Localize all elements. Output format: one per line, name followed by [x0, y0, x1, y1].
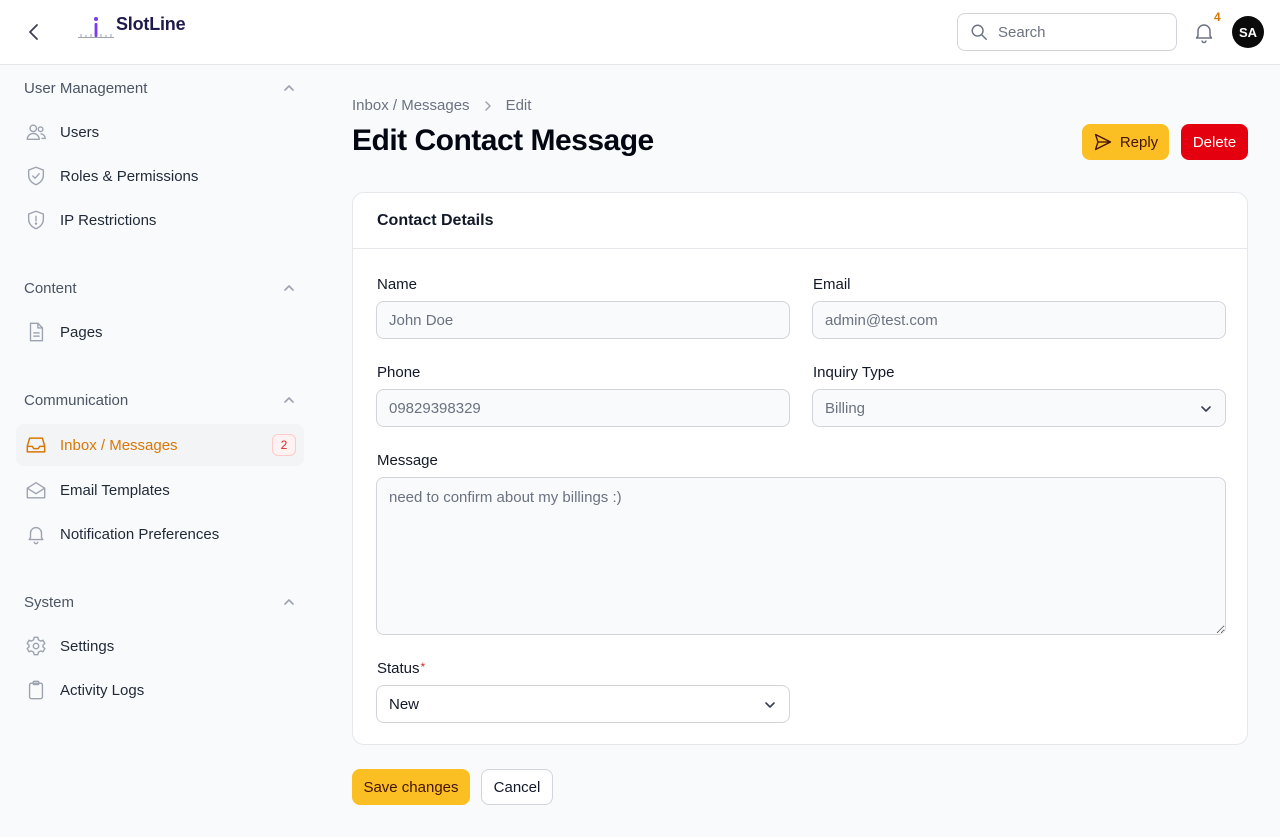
- sidebar-item-label: Notification Preferences: [60, 525, 220, 543]
- sidebar-item-email-templates[interactable]: Email Templates: [16, 469, 304, 511]
- breadcrumb: Inbox / Messages Edit: [352, 97, 531, 114]
- save-changes-button[interactable]: Save changes: [352, 769, 470, 805]
- document-icon: [24, 320, 48, 344]
- sidebar-item-label: Email Templates: [60, 481, 170, 499]
- inquiry-type-value: Billing: [825, 399, 866, 417]
- sidebar-item-label: Users: [60, 123, 100, 141]
- cancel-button[interactable]: Cancel: [481, 769, 553, 805]
- search-input[interactable]: [998, 23, 1168, 41]
- sidebar-group-communication[interactable]: Communication: [24, 388, 296, 412]
- sidebar: User Management Users Roles & Permission…: [0, 65, 320, 837]
- sidebar-group-title: User Management: [24, 79, 148, 97]
- sidebar-item-label: Activity Logs: [60, 681, 145, 699]
- sidebar-item-label: Inbox / Messages: [60, 436, 178, 454]
- search-box[interactable]: [957, 13, 1177, 51]
- sidebar-group-user-management[interactable]: User Management: [24, 76, 296, 100]
- sidebar-group-title: Content: [24, 279, 77, 297]
- chevron-down-icon: [1201, 406, 1211, 412]
- status-label: Status*: [377, 660, 425, 677]
- shield-check-icon: [24, 164, 48, 188]
- delete-button[interactable]: Delete: [1181, 124, 1248, 160]
- sidebar-group-content[interactable]: Content: [24, 276, 296, 300]
- search-icon: [971, 24, 987, 40]
- users-icon: [24, 120, 48, 144]
- back-button[interactable]: [22, 20, 46, 44]
- bell-icon: [24, 522, 48, 546]
- email-field[interactable]: admin@test.com: [812, 301, 1226, 339]
- reply-button-label: Reply: [1119, 133, 1159, 151]
- sidebar-group-title: Communication: [24, 391, 129, 409]
- reply-button[interactable]: Reply: [1082, 124, 1169, 160]
- phone-label: Phone: [377, 364, 421, 381]
- sidebar-item-roles-permissions[interactable]: Roles & Permissions: [16, 155, 304, 197]
- envelope-open-icon: [24, 478, 48, 502]
- sidebar-item-users[interactable]: Users: [16, 111, 304, 153]
- top-bar: SlotLine 4 SA: [0, 0, 1280, 65]
- notification-count-badge: 4: [1214, 10, 1221, 24]
- sidebar-item-activity-logs[interactable]: Activity Logs: [16, 669, 304, 711]
- breadcrumb-current: Edit: [505, 97, 532, 114]
- chevron-left-icon: [29, 24, 38, 40]
- email-label: Email: [813, 276, 851, 293]
- sidebar-item-pages[interactable]: Pages: [16, 311, 304, 353]
- avatar[interactable]: SA: [1232, 16, 1264, 48]
- name-field[interactable]: John Doe: [376, 301, 790, 339]
- app-logo[interactable]: SlotLine: [78, 14, 186, 40]
- shield-exclamation-icon: [24, 208, 48, 232]
- status-value: New: [389, 695, 420, 713]
- inbox-icon: [24, 433, 48, 457]
- gear-icon: [24, 634, 48, 658]
- chevron-up-icon: [284, 85, 294, 91]
- sidebar-item-settings[interactable]: Settings: [16, 625, 304, 667]
- unread-count-badge: 2: [272, 434, 296, 456]
- inquiry-type-label: Inquiry Type: [813, 364, 895, 381]
- inquiry-type-select[interactable]: Billing: [812, 389, 1226, 427]
- chevron-down-icon: [765, 702, 775, 708]
- chevron-up-icon: [284, 599, 294, 605]
- notifications-button[interactable]: [1192, 20, 1216, 44]
- logo-mark-icon: [78, 17, 114, 38]
- status-select[interactable]: New: [376, 685, 790, 723]
- contact-details-card: Contact Details Name John Doe Email admi…: [352, 192, 1248, 745]
- app-name: SlotLine: [116, 14, 186, 34]
- status-label-text: Status: [377, 660, 420, 677]
- message-textarea[interactable]: need to confirm about my billings :): [376, 477, 1226, 635]
- page-title: Edit Contact Message: [352, 124, 654, 157]
- phone-field[interactable]: 09829398329: [376, 389, 790, 427]
- sidebar-item-label: Roles & Permissions: [60, 167, 199, 185]
- message-label: Message: [377, 452, 438, 469]
- required-asterisk: *: [420, 660, 426, 674]
- name-label: Name: [377, 276, 418, 293]
- sidebar-item-label: Settings: [60, 637, 115, 655]
- bell-icon: [1195, 24, 1213, 44]
- paper-plane-icon: [1094, 133, 1111, 151]
- section-title: Contact Details: [353, 193, 1247, 249]
- clipboard-icon: [24, 678, 48, 702]
- sidebar-item-inbox-messages[interactable]: Inbox / Messages 2: [16, 424, 304, 466]
- sidebar-item-label: IP Restrictions: [60, 211, 157, 229]
- sidebar-item-notification-preferences[interactable]: Notification Preferences: [16, 513, 304, 555]
- breadcrumb-parent-link[interactable]: Inbox / Messages: [352, 97, 470, 114]
- chevron-up-icon: [284, 397, 294, 403]
- sidebar-item-label: Pages: [60, 323, 103, 341]
- sidebar-group-title: System: [24, 593, 75, 611]
- chevron-up-icon: [284, 285, 294, 291]
- sidebar-group-system[interactable]: System: [24, 590, 296, 614]
- sidebar-item-ip-restrictions[interactable]: IP Restrictions: [16, 199, 304, 241]
- chevron-right-icon: [482, 100, 494, 112]
